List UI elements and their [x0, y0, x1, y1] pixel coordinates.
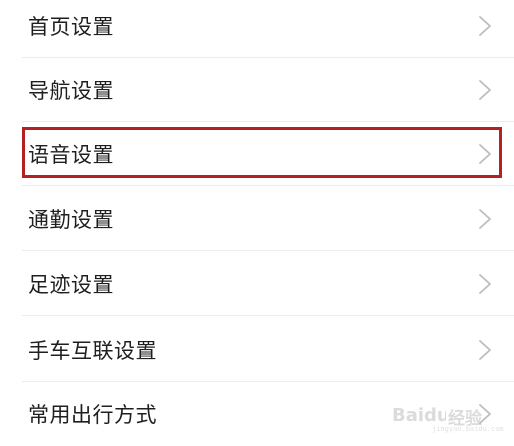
- watermark-sub: jingyan.baidu.com: [432, 425, 504, 433]
- settings-item-label: 导航设置: [28, 79, 114, 103]
- settings-item-label: 通勤设置: [28, 208, 114, 232]
- settings-list: 首页设置 导航设置 语音设置 通勤设置 足迹设置 手车互联设置 常用出行方式 B…: [0, 0, 514, 439]
- chevron-right-icon: [478, 339, 492, 361]
- settings-item-navigation[interactable]: 导航设置: [0, 58, 514, 122]
- settings-item-label: 首页设置: [28, 15, 114, 39]
- settings-item-commute[interactable]: 通勤设置: [0, 187, 514, 251]
- chevron-right-icon: [478, 273, 492, 295]
- settings-item-phone-car-link[interactable]: 手车互联设置: [0, 318, 514, 382]
- chevron-right-icon: [478, 143, 492, 165]
- settings-item-label: 语音设置: [28, 143, 114, 167]
- svg-text:Baidu: Baidu: [392, 405, 446, 426]
- settings-item-homepage[interactable]: 首页设置: [0, 0, 514, 58]
- divider: [22, 315, 514, 316]
- divider: [22, 250, 514, 251]
- chevron-right-icon: [478, 15, 492, 37]
- settings-item-footprint[interactable]: 足迹设置: [0, 252, 514, 316]
- settings-item-label: 常用出行方式: [28, 403, 157, 427]
- settings-item-label: 手车互联设置: [28, 339, 157, 363]
- watermark: Baidu 经验 jingyan.baidu.com: [392, 399, 504, 433]
- settings-item-voice[interactable]: 语音设置: [0, 122, 514, 186]
- chevron-right-icon: [478, 208, 492, 230]
- settings-item-label: 足迹设置: [28, 273, 114, 297]
- divider: [22, 185, 514, 186]
- chevron-right-icon: [478, 79, 492, 101]
